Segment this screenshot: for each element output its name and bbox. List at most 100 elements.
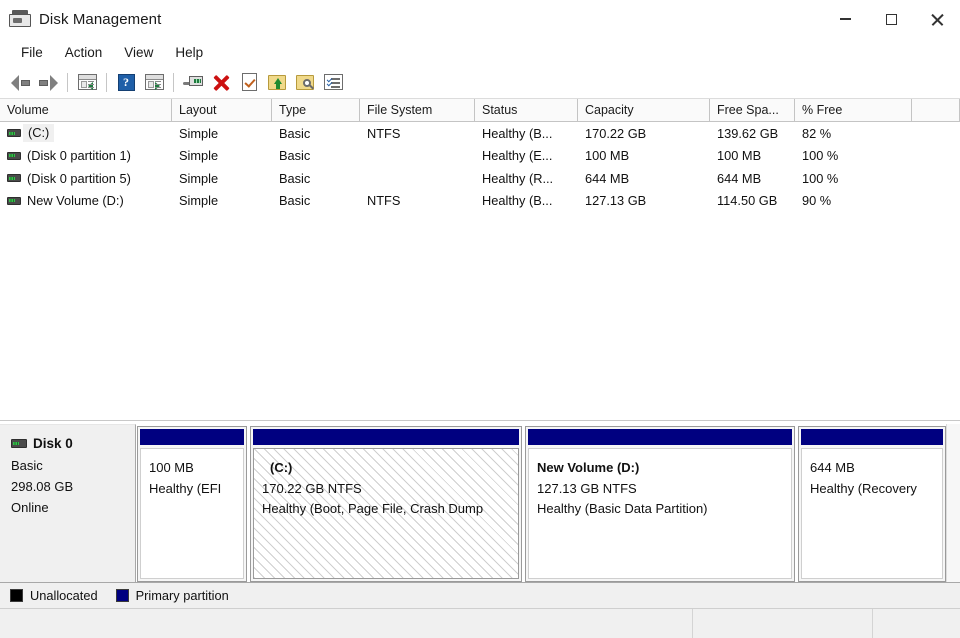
up-one-level-button[interactable]: [73, 69, 101, 95]
show-hide-console-tree-button[interactable]: [140, 69, 168, 95]
menu-item-action[interactable]: Action: [54, 41, 114, 64]
legend-label-primary-partition: Primary partition: [135, 588, 229, 603]
cell-volume-label: (C:): [23, 124, 55, 143]
up-one-level-icon: [77, 74, 97, 90]
toolbar-separator: [106, 72, 107, 92]
delete-button[interactable]: [207, 69, 235, 95]
partition-status: Healthy (EFI: [149, 480, 222, 496]
help-button[interactable]: ?: [112, 69, 140, 95]
help-icon: ?: [117, 73, 135, 91]
disk-icon: [11, 439, 27, 448]
cell-type: Basic: [279, 170, 311, 186]
status-cell-second: [693, 609, 873, 638]
disk-view-scrollbar[interactable]: [946, 424, 960, 582]
volume-icon: [7, 151, 21, 160]
options-button[interactable]: [319, 69, 347, 95]
cell-layout: Simple: [179, 148, 219, 164]
partition-size: 127.13 GB NTFS: [537, 480, 637, 496]
cell-volume[interactable]: (Disk 0 partition 1): [0, 148, 172, 163]
cell-free-space: 139.62 GB: [717, 125, 779, 141]
menu-item-help[interactable]: Help: [164, 41, 214, 64]
partition-details: 100 MB Healthy (EFI: [140, 448, 244, 579]
status-cell-third: [873, 609, 960, 638]
legend-item-unallocated: Unallocated: [10, 588, 98, 603]
window-title: Disk Management: [39, 10, 162, 28]
partition-block-c[interactable]: (C:) 170.22 GB NTFS Healthy (Boot, Page …: [250, 426, 522, 582]
show-hide-console-tree-icon: [144, 74, 164, 90]
column-header-percent-free[interactable]: % Free: [795, 99, 912, 121]
column-header-file-system[interactable]: File System: [360, 99, 475, 121]
refresh-button[interactable]: [235, 69, 263, 95]
table-row[interactable]: (Disk 0 partition 5) Simple Basic Health…: [0, 167, 960, 190]
volume-icon: [7, 174, 21, 183]
column-header-capacity[interactable]: Capacity: [578, 99, 710, 121]
find-button[interactable]: [291, 69, 319, 95]
cell-free-space: 100 MB: [717, 148, 762, 164]
cell-volume[interactable]: (Disk 0 partition 5): [0, 171, 172, 186]
disk-info-panel[interactable]: Disk 0 Basic 298.08 GB Online: [0, 424, 136, 582]
cell-layout: Simple: [179, 193, 219, 209]
cell-status: Healthy (B...: [482, 125, 553, 141]
status-bar: [0, 608, 960, 638]
disk-size: 298.08 GB: [11, 479, 74, 494]
partition-color-bar: [801, 429, 943, 445]
cell-volume-label: (Disk 0 partition 5): [27, 170, 131, 186]
back-button[interactable]: [6, 69, 34, 95]
column-header-type[interactable]: Type: [272, 99, 360, 121]
toolbar-separator: [67, 72, 68, 92]
cell-percent-free: 82 %: [802, 125, 832, 141]
export-list-icon: [268, 74, 286, 90]
volume-list-body: (C:) Simple Basic NTFS Healthy (B... 170…: [0, 122, 960, 420]
disk-drive-icon: [9, 10, 31, 28]
partition-details: New Volume (D:) 127.13 GB NTFS Healthy (…: [528, 448, 792, 579]
cell-file-system: NTFS: [367, 193, 401, 209]
maximize-button[interactable]: [868, 0, 914, 38]
disk-management-window: Disk Management File Action View Help ?: [0, 0, 960, 638]
partition-strip: 100 MB Healthy (EFI (C:) 170.22 GB NTFS …: [136, 424, 946, 582]
table-row[interactable]: New Volume (D:) Simple Basic NTFS Health…: [0, 190, 960, 213]
minimize-button[interactable]: [822, 0, 868, 38]
window-controls: [822, 0, 960, 38]
delete-icon: [213, 74, 230, 91]
cell-volume[interactable]: New Volume (D:): [0, 193, 172, 208]
column-header-volume[interactable]: Volume: [0, 99, 172, 121]
partition-block-d[interactable]: New Volume (D:) 127.13 GB NTFS Healthy (…: [525, 426, 795, 582]
partition-status: Healthy (Recovery: [810, 480, 917, 496]
partition-size: 644 MB: [810, 460, 855, 475]
cell-free-space: 644 MB: [717, 170, 762, 186]
options-list-icon: [323, 74, 343, 90]
properties-disk-icon: [183, 75, 203, 89]
cell-type: Basic: [279, 148, 311, 164]
column-header-layout[interactable]: Layout: [172, 99, 272, 121]
refresh-checklist-icon: [241, 73, 257, 91]
partition-block-recovery[interactable]: 644 MB Healthy (Recovery: [798, 426, 946, 582]
partition-details: (C:) 170.22 GB NTFS Healthy (Boot, Page …: [253, 448, 519, 579]
cell-volume-label: (Disk 0 partition 1): [27, 148, 131, 164]
cell-capacity: 100 MB: [585, 148, 630, 164]
cell-percent-free: 100 %: [802, 170, 839, 186]
cell-status: Healthy (E...: [482, 148, 553, 164]
cell-layout: Simple: [179, 170, 219, 186]
menu-item-view[interactable]: View: [113, 41, 164, 64]
column-header-spacer[interactable]: [912, 99, 960, 121]
partition-label: New Volume (D:): [537, 460, 640, 475]
column-header-status[interactable]: Status: [475, 99, 578, 121]
cell-status: Healthy (B...: [482, 193, 553, 209]
minimize-icon: [839, 18, 851, 20]
partition-block-efi[interactable]: 100 MB Healthy (EFI: [137, 426, 247, 582]
export-list-button[interactable]: [263, 69, 291, 95]
partition-status: Healthy (Basic Data Partition): [537, 501, 708, 516]
close-button[interactable]: [914, 0, 960, 38]
primary-partition-swatch: [115, 589, 129, 602]
cell-type: Basic: [279, 193, 311, 209]
column-header-free-space[interactable]: Free Spa...: [710, 99, 795, 121]
partition-color-bar: [528, 429, 792, 445]
forward-button[interactable]: [34, 69, 62, 95]
menu-item-file[interactable]: File: [10, 41, 54, 64]
cell-volume[interactable]: (C:): [0, 124, 172, 143]
disk-type: Basic: [11, 458, 43, 473]
cell-file-system: NTFS: [367, 125, 401, 141]
table-row[interactable]: (Disk 0 partition 1) Simple Basic Health…: [0, 145, 960, 168]
table-row[interactable]: (C:) Simple Basic NTFS Healthy (B... 170…: [0, 122, 960, 145]
properties-button[interactable]: [179, 69, 207, 95]
